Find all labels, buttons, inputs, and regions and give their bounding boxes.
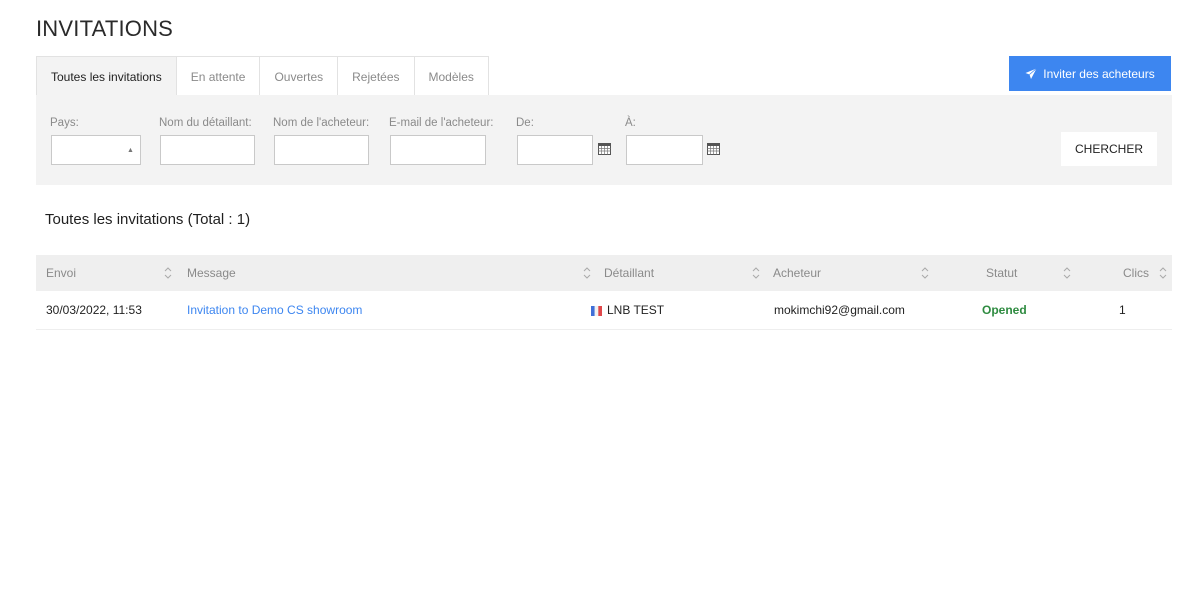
table-header: Envoi Message Détaillant Acheteur Statut… [36, 255, 1172, 291]
sort-icon[interactable] [752, 266, 760, 280]
sort-icon[interactable] [1159, 266, 1167, 280]
calendar-icon[interactable] [707, 143, 720, 155]
to-date-label: À: [625, 117, 636, 129]
retailer-name-label: Nom du détaillant: [159, 117, 252, 129]
buyer-name-input[interactable] [274, 135, 369, 165]
france-flag-icon [591, 305, 602, 316]
column-status[interactable]: Statut [986, 255, 1017, 291]
from-date-label: De: [516, 117, 534, 129]
tab-templates[interactable]: Modèles [414, 56, 489, 96]
calendar-icon[interactable] [598, 143, 611, 155]
sort-icon[interactable] [583, 266, 591, 280]
column-message[interactable]: Message [187, 255, 236, 291]
cell-buyer: mokimchi92@gmail.com [774, 303, 905, 317]
filter-panel: Pays: ▲ Nom du détaillant: Nom de l'ache… [36, 95, 1172, 185]
tab-opened[interactable]: Ouvertes [260, 56, 339, 96]
page-title: INVITATIONS [36, 16, 174, 41]
sort-icon[interactable] [164, 266, 172, 280]
search-button[interactable]: CHERCHER [1061, 132, 1157, 166]
cell-sent: 30/03/2022, 11:53 [46, 303, 142, 317]
to-date-input[interactable] [626, 135, 703, 165]
select-arrow-icon: ▲ [127, 147, 134, 154]
tab-bar: Toutes les invitations En attente Ouvert… [36, 56, 489, 96]
country-label: Pays: [50, 117, 79, 129]
send-icon [1025, 67, 1038, 79]
table-row[interactable]: 30/03/2022, 11:53 Invitation to Demo CS … [36, 291, 1172, 330]
sort-icon[interactable] [921, 266, 929, 280]
buyer-email-input[interactable] [390, 135, 486, 165]
buyer-name-label: Nom de l'acheteur: [273, 117, 370, 129]
status-badge: Opened [982, 303, 1027, 317]
list-title: Toutes les invitations (Total : 1) [45, 211, 251, 228]
column-retailer[interactable]: Détaillant [604, 255, 654, 291]
column-buyer[interactable]: Acheteur [773, 255, 821, 291]
sort-icon[interactable] [1063, 266, 1071, 280]
tab-all-invitations[interactable]: Toutes les invitations [36, 56, 177, 96]
invite-buyers-label: Inviter des acheteurs [1043, 66, 1155, 81]
tab-rejected[interactable]: Rejetées [338, 56, 415, 96]
retailer-name-input[interactable] [160, 135, 255, 165]
column-clicks[interactable]: Clics [1123, 255, 1149, 291]
buyer-email-label: E-mail de l'acheteur: [389, 117, 494, 129]
from-date-input[interactable] [517, 135, 593, 165]
invite-buyers-button[interactable]: Inviter des acheteurs [1009, 56, 1171, 91]
retailer-name: LNB TEST [607, 303, 665, 317]
tab-pending[interactable]: En attente [176, 56, 261, 96]
column-sent[interactable]: Envoi [46, 255, 76, 291]
cell-clicks: 1 [1119, 303, 1126, 317]
cell-retailer: LNB TEST [591, 291, 664, 329]
message-link[interactable]: Invitation to Demo CS showroom [187, 291, 362, 329]
